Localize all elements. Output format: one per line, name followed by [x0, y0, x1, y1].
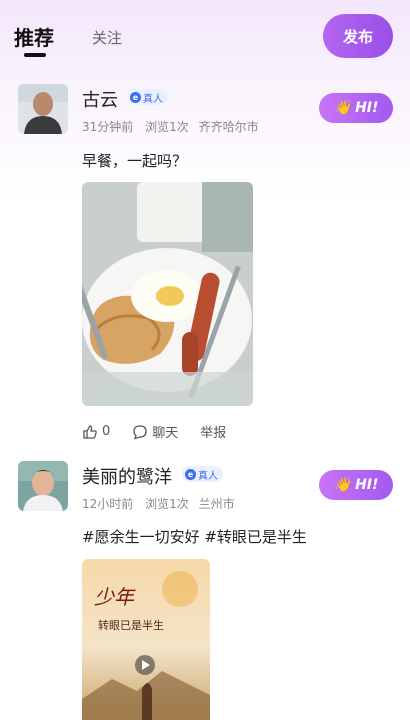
report-label: 举报 — [200, 426, 227, 441]
breakfast-photo — [82, 182, 253, 406]
tab-recommend[interactable]: 推荐 — [14, 22, 54, 51]
like-count: 0 — [102, 424, 111, 439]
post-actions: 0 聊天 举报 — [82, 422, 248, 441]
user-name[interactable]: 古云 — [82, 86, 118, 112]
post-text: 早餐，一起吗？ — [82, 152, 188, 170]
chat-label: 聊天 — [152, 426, 179, 441]
chat-button[interactable]: 聊天 — [132, 422, 178, 441]
post-time: 31分钟前 — [82, 120, 134, 134]
verified-label: 真人 — [143, 93, 163, 105]
verified-label: 真人 — [198, 470, 218, 482]
post-views: 浏览1次 — [145, 497, 189, 511]
hi-button[interactable]: 👋 HI! — [319, 93, 393, 123]
poster-title: 少年 — [94, 585, 134, 609]
verified-icon: e — [185, 468, 196, 480]
post-video-thumbnail[interactable]: 少年 转眼已是半生 — [82, 559, 210, 720]
hi-label: HI! — [355, 100, 379, 116]
report-button[interactable]: 举报 — [200, 422, 226, 441]
verified-badge: e 真人 — [182, 466, 223, 482]
post-photo[interactable] — [82, 182, 253, 406]
avatar-image — [18, 84, 68, 134]
poster-subtitle: 转眼已是半生 — [98, 619, 164, 632]
verified-badge: e 真人 — [127, 89, 168, 105]
post-views: 浏览1次 — [145, 120, 189, 134]
user-name[interactable]: 美丽的鹭洋 — [82, 463, 172, 489]
post-city: 齐齐哈尔市 — [198, 120, 259, 134]
post-time: 12小时前 — [82, 497, 134, 511]
hi-label: HI! — [355, 477, 379, 493]
thumb-up-icon — [83, 424, 97, 439]
post-meta: 31分钟前 浏览1次 齐齐哈尔市 — [82, 118, 259, 135]
verified-icon: e — [130, 91, 141, 103]
wave-hand-icon: 👋 — [333, 477, 352, 493]
publish-button[interactable]: 发布 — [323, 14, 393, 58]
wave-hand-icon: 👋 — [333, 100, 352, 116]
avatar-image — [18, 461, 68, 511]
avatar[interactable] — [18, 461, 68, 511]
top-bar: 推荐 关注 发布 — [0, 0, 410, 74]
chat-bubble-icon — [133, 424, 147, 439]
avatar[interactable] — [18, 84, 68, 134]
like-button[interactable]: 0 — [82, 424, 110, 440]
post-city: 兰州市 — [198, 497, 235, 511]
hi-button[interactable]: 👋 HI! — [319, 470, 393, 500]
post-meta: 12小时前 浏览1次 兰州市 — [82, 495, 235, 512]
post-text: #愿余生一切安好 #转眼已是半生 — [82, 528, 307, 546]
tab-follow[interactable]: 关注 — [92, 27, 122, 48]
active-tab-indicator — [24, 53, 46, 57]
